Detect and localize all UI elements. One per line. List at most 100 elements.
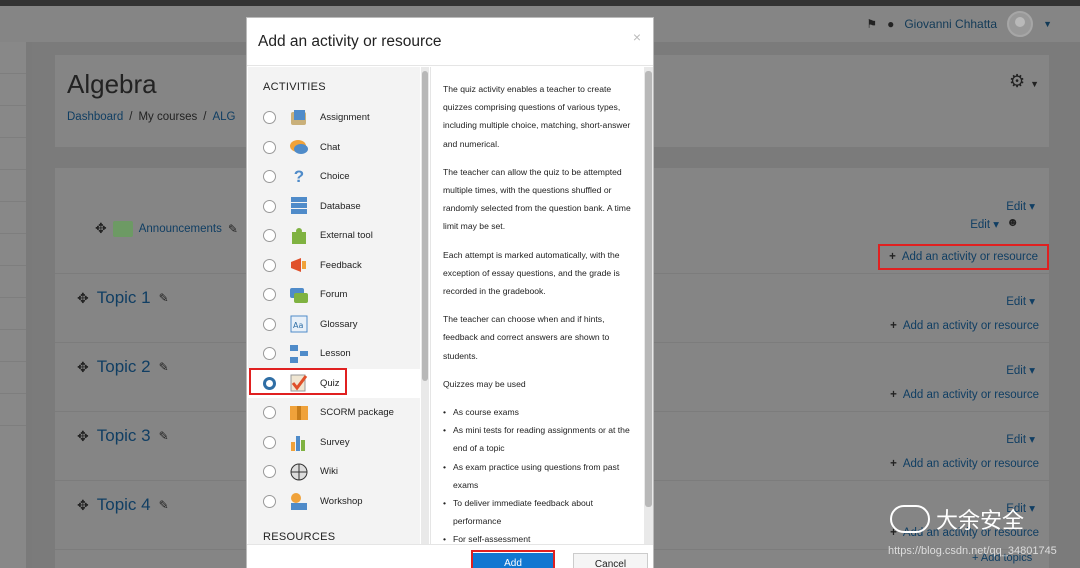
activity-option-lesson[interactable]: Lesson — [248, 339, 420, 369]
description-bullet: For self-assessment — [443, 530, 631, 544]
move-icon[interactable]: ✥ — [95, 220, 107, 237]
radio-button[interactable] — [263, 465, 276, 479]
activity-option-chat[interactable]: Chat — [248, 133, 420, 163]
activities-header: ACTIVITIES — [263, 81, 326, 93]
section-edit-menu[interactable]: Edit ▾ — [1006, 294, 1035, 308]
pencil-icon[interactable]: ✎ — [159, 429, 169, 443]
radio-button[interactable] — [263, 317, 276, 331]
radio-button[interactable] — [263, 347, 276, 361]
move-icon[interactable]: ✥ — [77, 428, 89, 445]
activity-option-list: ACTIVITIES Assignment Chat ? Choice Data… — [248, 67, 420, 544]
wechat-logo-icon — [890, 505, 930, 533]
topic-2-link[interactable]: Topic 2 — [97, 357, 151, 377]
activity-option-external-tool[interactable]: External tool — [248, 221, 420, 251]
pencil-icon[interactable]: ✎ — [159, 291, 169, 305]
description-scrollbar[interactable] — [644, 67, 653, 544]
option-list-scrollbar[interactable] — [421, 67, 429, 544]
activity-edit-menu[interactable]: Edit ▾ — [970, 217, 999, 231]
left-nav-item[interactable] — [0, 202, 26, 234]
topic-3-link[interactable]: Topic 3 — [97, 426, 151, 446]
radio-button[interactable] — [263, 435, 276, 449]
move-icon[interactable]: ✥ — [77, 497, 89, 514]
radio-button[interactable] — [263, 494, 276, 508]
scrollbar-thumb[interactable] — [645, 71, 652, 507]
breadcrumb-course[interactable]: ALG — [212, 111, 235, 123]
radio-button[interactable] — [263, 199, 276, 213]
radio-button[interactable] — [263, 170, 276, 184]
survey-icon — [288, 432, 310, 452]
plus-icon: + — [890, 320, 897, 332]
dialog-footer: Add Cancel — [247, 544, 653, 568]
puzzle-icon — [288, 226, 310, 246]
activity-option-feedback[interactable]: Feedback — [248, 251, 420, 281]
description-bullet: As mini tests for reading assignments or… — [443, 421, 631, 457]
megaphone-icon — [288, 255, 310, 275]
option-label: Chat — [320, 141, 341, 153]
option-label: Forum — [320, 289, 348, 301]
left-nav-item[interactable] — [0, 106, 26, 138]
description-paragraph: The teacher can choose when and if hints… — [443, 314, 610, 361]
pencil-icon[interactable]: ✎ — [159, 498, 169, 512]
activity-option-workshop[interactable]: Workshop — [248, 487, 420, 517]
user-name[interactable]: Giovanni Chhatta — [904, 17, 997, 31]
radio-button[interactable] — [263, 229, 276, 243]
activity-option-database[interactable]: Database — [248, 192, 420, 222]
bell-icon[interactable]: ⚑ — [866, 17, 877, 31]
chat-icon[interactable]: ● — [887, 17, 894, 31]
avatar[interactable] — [1007, 11, 1034, 37]
topic-4-link[interactable]: Topic 4 — [97, 495, 151, 515]
breadcrumb-dashboard[interactable]: Dashboard — [67, 111, 123, 123]
section-edit-menu[interactable]: Edit ▾ — [1006, 432, 1035, 446]
add-activity-label: Add an activity or resource — [902, 458, 1039, 470]
left-nav-item[interactable] — [0, 234, 26, 266]
add-activity-button[interactable]: + Add an activity or resource — [890, 320, 1039, 332]
announcements-link[interactable]: Announcements — [139, 223, 222, 235]
activity-option-wiki[interactable]: Wiki — [248, 457, 420, 487]
dialog-title: Add an activity or resource — [258, 33, 442, 50]
left-nav-item[interactable] — [0, 362, 26, 394]
radio-button[interactable] — [263, 288, 276, 302]
activity-option-assignment[interactable]: Assignment — [248, 103, 420, 133]
topic-1-link[interactable]: Topic 1 — [97, 288, 151, 308]
activity-option-glossary[interactable]: Aa Glossary — [248, 310, 420, 340]
left-nav-item[interactable] — [0, 138, 26, 170]
activity-chooser-dialog: Add an activity or resource × ACTIVITIES… — [246, 17, 654, 568]
section-edit-menu[interactable]: Edit ▾ — [1006, 199, 1035, 213]
gear-icon[interactable]: ⚙ ▼ — [1009, 71, 1039, 92]
radio-button[interactable] — [263, 140, 276, 154]
pencil-icon[interactable]: ✎ — [159, 360, 169, 374]
cancel-button[interactable]: Cancel — [573, 553, 648, 568]
activity-option-choice[interactable]: ? Choice — [248, 162, 420, 192]
option-label: Database — [320, 200, 361, 212]
activity-option-forum[interactable]: Forum — [248, 280, 420, 310]
pencil-icon[interactable]: ✎ — [228, 222, 238, 236]
left-nav-item[interactable] — [0, 74, 26, 106]
forum-icon — [112, 220, 133, 237]
left-nav-item[interactable] — [0, 42, 26, 74]
move-icon[interactable]: ✥ — [77, 359, 89, 376]
scrollbar-thumb[interactable] — [422, 71, 428, 381]
left-nav-item[interactable] — [0, 298, 26, 330]
left-nav-item[interactable] — [0, 266, 26, 298]
user-icon[interactable]: ☻ — [1006, 215, 1019, 229]
description-list: As course exams As mini tests for readin… — [443, 403, 631, 544]
activity-option-survey[interactable]: Survey — [248, 428, 420, 458]
radio-button[interactable] — [263, 406, 276, 420]
activity-option-scorm[interactable]: SCORM package — [248, 398, 420, 428]
section-edit-menu[interactable]: Edit ▾ — [1006, 363, 1035, 377]
radio-button[interactable] — [263, 111, 276, 125]
left-nav-item[interactable] — [0, 394, 26, 426]
radio-button[interactable] — [263, 258, 276, 272]
left-nav-item[interactable] — [0, 330, 26, 362]
move-icon[interactable]: ✥ — [77, 290, 89, 307]
topic-title: ✥ Topic 4 ✎ — [77, 495, 169, 515]
add-activity-button[interactable]: + Add an activity or resource — [878, 244, 1049, 270]
option-label: Workshop — [320, 495, 363, 507]
chevron-down-icon[interactable]: ▼ — [1043, 19, 1052, 29]
close-icon[interactable]: × — [633, 29, 641, 45]
left-nav-item[interactable] — [0, 170, 26, 202]
breadcrumb-separator: / — [203, 111, 207, 123]
add-activity-button[interactable]: + Add an activity or resource — [890, 389, 1039, 401]
breadcrumb-my-courses[interactable]: My courses — [138, 111, 197, 123]
add-activity-button[interactable]: + Add an activity or resource — [890, 458, 1039, 470]
